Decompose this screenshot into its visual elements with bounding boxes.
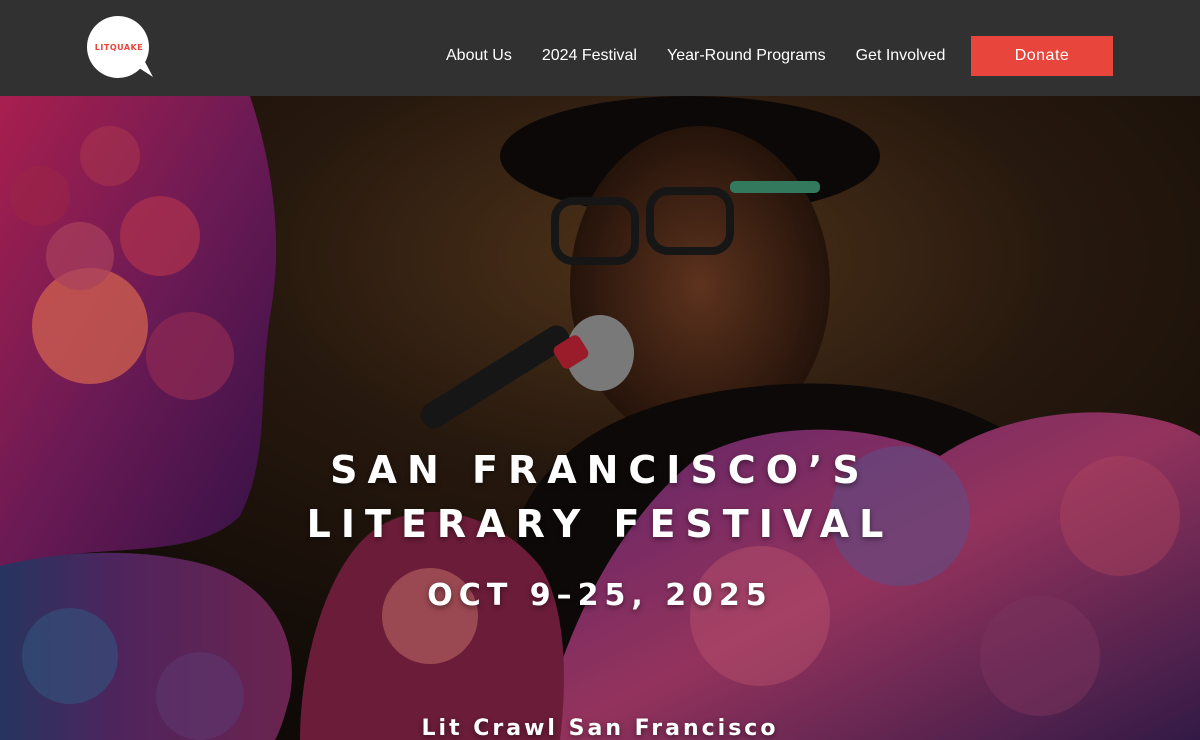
site-header: LITQUAKE About Us 2024 Festival Year-Rou… [0, 0, 1200, 96]
nav-get-involved[interactable]: Get Involved [856, 47, 946, 65]
main-nav: About Us 2024 Festival Year-Round Progra… [432, 36, 975, 76]
nav-year-round-programs[interactable]: Year-Round Programs [667, 47, 826, 65]
hero-title-line-2: LITERARY FESTIVAL [306, 502, 894, 546]
donate-button[interactable]: Donate [971, 36, 1113, 76]
hero-photo-collage [0, 96, 1200, 740]
hero-title-line-1: SAN FRANCISCO’S [330, 448, 870, 492]
logo-text: LITQUAKE [94, 43, 144, 52]
hero-subtitle[interactable]: Lit Crawl San Francisco [0, 716, 1200, 740]
hero-section: SAN FRANCISCO’S LITERARY FESTIVAL OCT 9–… [0, 96, 1200, 740]
litquake-logo[interactable]: LITQUAKE [86, 16, 154, 78]
nav-2024-festival[interactable]: 2024 Festival [542, 47, 637, 65]
nav-about-us[interactable]: About Us [446, 47, 512, 65]
hero-dates: OCT 9–25, 2025 [427, 578, 773, 613]
